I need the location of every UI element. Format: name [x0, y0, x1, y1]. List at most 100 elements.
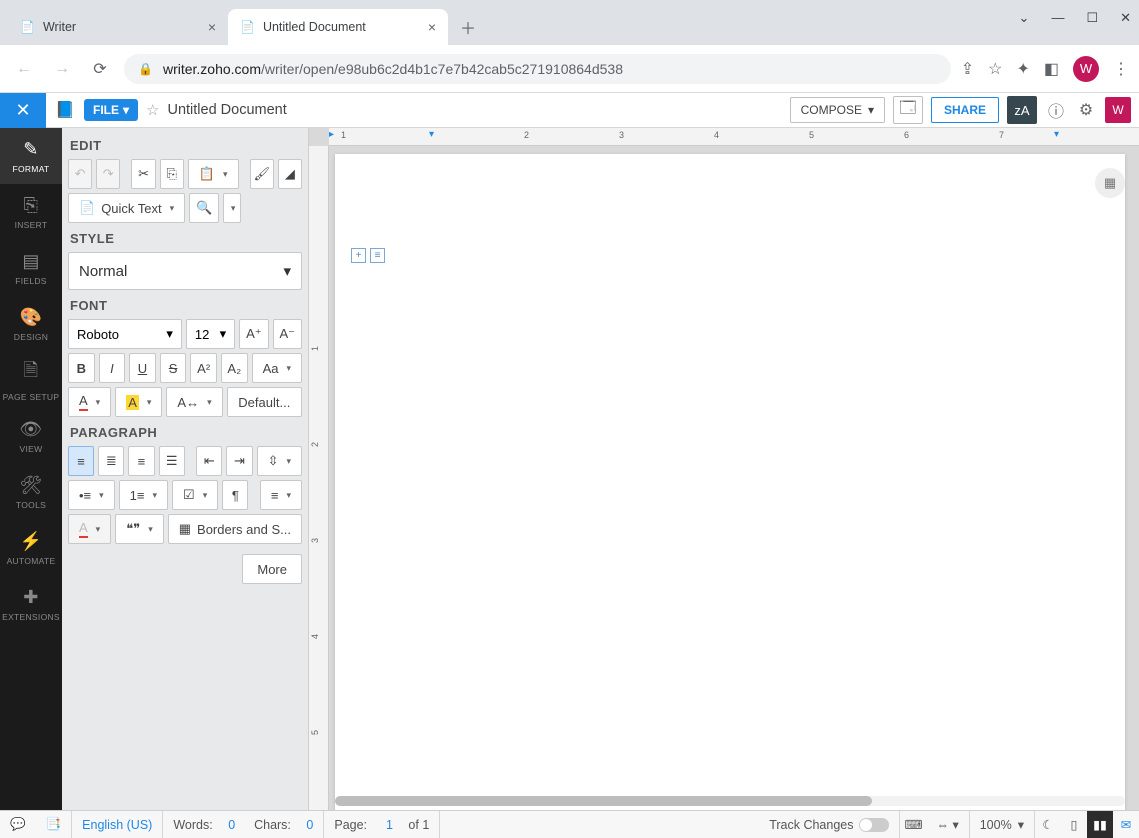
- align-center-button[interactable]: ≣: [98, 446, 124, 476]
- increase-font-button[interactable]: A⁺: [239, 319, 268, 349]
- increase-indent-button[interactable]: ⇥: [226, 446, 252, 476]
- rail-insert[interactable]: ⎘INSERT: [0, 184, 62, 240]
- forward-button[interactable]: →: [48, 55, 76, 83]
- borders-button[interactable]: ▦ Borders and S...: [168, 514, 302, 544]
- font-size-select[interactable]: 12▾: [186, 319, 235, 349]
- ruler-marker-icon[interactable]: ▸: [329, 129, 334, 140]
- profile-avatar[interactable]: W: [1073, 56, 1099, 82]
- horizontal-scrollbar[interactable]: [335, 796, 1125, 806]
- number-list-button[interactable]: 1≡▾: [119, 480, 168, 510]
- strikethrough-button[interactable]: S: [160, 353, 187, 383]
- rail-view[interactable]: 👁VIEW: [0, 408, 62, 464]
- undo-button[interactable]: ↶: [68, 159, 92, 189]
- italic-button[interactable]: I: [99, 353, 126, 383]
- underline-button[interactable]: U: [129, 353, 156, 383]
- page-indicator[interactable]: Page: 1 of 1: [324, 811, 440, 838]
- rail-page-setup[interactable]: 🗎PAGE SETUP: [0, 352, 62, 408]
- user-avatar[interactable]: W: [1105, 97, 1131, 123]
- para-color-button[interactable]: A▾: [68, 514, 111, 544]
- add-block-icon[interactable]: +: [351, 248, 366, 263]
- settings-icon[interactable]: ⚙: [1075, 99, 1097, 121]
- text-direction-button[interactable]: ≡▾: [260, 480, 302, 510]
- close-icon[interactable]: ×: [208, 19, 216, 35]
- language-selector[interactable]: English (US): [72, 811, 163, 838]
- feedback-icon[interactable]: ✉: [1113, 811, 1139, 838]
- extensions-icon[interactable]: ✦: [1016, 59, 1029, 79]
- right-marker-icon[interactable]: ▾: [1054, 129, 1059, 140]
- document-title[interactable]: Untitled Document: [167, 102, 286, 118]
- checklist-button[interactable]: ☑▾: [172, 480, 218, 510]
- paragraph-mark-button[interactable]: ¶: [222, 480, 248, 510]
- sidepanel-icon[interactable]: ◧: [1044, 59, 1059, 79]
- rail-extensions[interactable]: ✚EXTENSIONS: [0, 576, 62, 632]
- rail-format[interactable]: ✎FORMAT: [0, 128, 62, 184]
- bullet-list-button[interactable]: •≡▾: [68, 480, 115, 510]
- align-right-button[interactable]: ≡: [128, 446, 154, 476]
- cut-button[interactable]: ✂: [131, 159, 155, 189]
- word-count[interactable]: Words: 0 Chars: 0: [163, 811, 324, 838]
- track-changes-toggle[interactable]: Track Changes: [759, 811, 900, 838]
- rail-automate[interactable]: ⚡AUTOMATE: [0, 520, 62, 576]
- tab-writer[interactable]: Writer ×: [8, 9, 228, 45]
- close-window-icon[interactable]: ✕: [1120, 10, 1131, 26]
- zia-button[interactable]: zA: [1007, 96, 1037, 124]
- quick-text-button[interactable]: 📄 Quick Text▾: [68, 193, 185, 223]
- tab-document[interactable]: Untitled Document ×: [228, 9, 448, 45]
- copy-button[interactable]: ⎘: [160, 159, 184, 189]
- subscript-button[interactable]: A₂: [221, 353, 248, 383]
- find-button[interactable]: 🔍: [189, 193, 219, 223]
- minimize-icon[interactable]: ―: [1051, 10, 1064, 26]
- block-menu-icon[interactable]: ≡: [370, 248, 385, 263]
- rail-design[interactable]: 🎨DESIGN: [0, 296, 62, 352]
- align-justify-button[interactable]: ☰: [159, 446, 185, 476]
- clear-format-button[interactable]: ◢: [278, 159, 302, 189]
- rail-fields[interactable]: ▤FIELDS: [0, 240, 62, 296]
- info-icon[interactable]: ⓘ: [1045, 99, 1067, 121]
- url-input[interactable]: 🔒 writer.zoho.com/writer/open/e98ub6c2d4…: [124, 54, 951, 84]
- night-mode-icon[interactable]: ☾: [1035, 811, 1061, 838]
- share-button[interactable]: SHARE: [931, 97, 999, 123]
- app-logo[interactable]: ✕: [0, 93, 46, 128]
- char-spacing-button[interactable]: A↔▾: [166, 387, 222, 417]
- paste-button[interactable]: 📋▾: [188, 159, 239, 189]
- format-painter-button[interactable]: 🖌: [250, 159, 274, 189]
- keyboard-icon[interactable]: ⌨: [900, 811, 926, 838]
- view-pages-icon[interactable]: ▮▮: [1087, 811, 1113, 838]
- chevron-down-icon[interactable]: ⌄: [1019, 10, 1030, 26]
- quote-button[interactable]: ❝❞▾: [115, 514, 164, 544]
- share-page-icon[interactable]: ⇪: [961, 59, 974, 79]
- comments-icon[interactable]: 💬: [0, 811, 36, 838]
- case-button[interactable]: Aa▾: [252, 353, 302, 383]
- reload-button[interactable]: ⟳: [86, 55, 114, 83]
- rail-tools[interactable]: 🛠TOOLS: [0, 464, 62, 520]
- highlight-button[interactable]: A▾: [115, 387, 162, 417]
- font-color-button[interactable]: A▾: [68, 387, 111, 417]
- favorite-icon[interactable]: ☆: [146, 101, 159, 119]
- align-left-button[interactable]: ≡: [68, 446, 94, 476]
- close-icon[interactable]: ×: [428, 19, 436, 35]
- more-button[interactable]: More: [242, 554, 302, 584]
- style-select[interactable]: Normal▾: [68, 252, 302, 290]
- redo-button[interactable]: ↷: [96, 159, 120, 189]
- zoom-level[interactable]: 100% ▾: [970, 811, 1035, 838]
- vertical-ruler[interactable]: 1 2 3 4 5: [309, 146, 329, 810]
- line-spacing-button[interactable]: ⇳▾: [257, 446, 302, 476]
- font-family-select[interactable]: Roboto▾: [68, 319, 182, 349]
- back-button[interactable]: ←: [10, 55, 38, 83]
- new-tab-button[interactable]: ＋: [454, 13, 482, 41]
- find-dropdown[interactable]: ▾: [223, 193, 241, 223]
- toggle-switch[interactable]: [859, 818, 889, 832]
- maximize-icon[interactable]: ☐: [1086, 10, 1098, 26]
- indent-marker-icon[interactable]: ▾: [429, 129, 434, 140]
- compose-button[interactable]: COMPOSE▾: [790, 97, 885, 123]
- file-menu-button[interactable]: FILE▾: [84, 99, 138, 121]
- broadcast-button[interactable]: 🗔: [893, 96, 923, 124]
- table-widget-icon[interactable]: ▦: [1095, 168, 1125, 198]
- view-single-icon[interactable]: ▯: [1061, 811, 1087, 838]
- fit-width-button[interactable]: ⇔ ▾: [926, 811, 969, 838]
- default-font-button[interactable]: Default...: [227, 387, 302, 417]
- superscript-button[interactable]: A²: [190, 353, 217, 383]
- bookmark-icon[interactable]: ☆: [988, 59, 1002, 79]
- document-page[interactable]: [335, 154, 1125, 810]
- menu-icon[interactable]: ⋮: [1113, 59, 1129, 79]
